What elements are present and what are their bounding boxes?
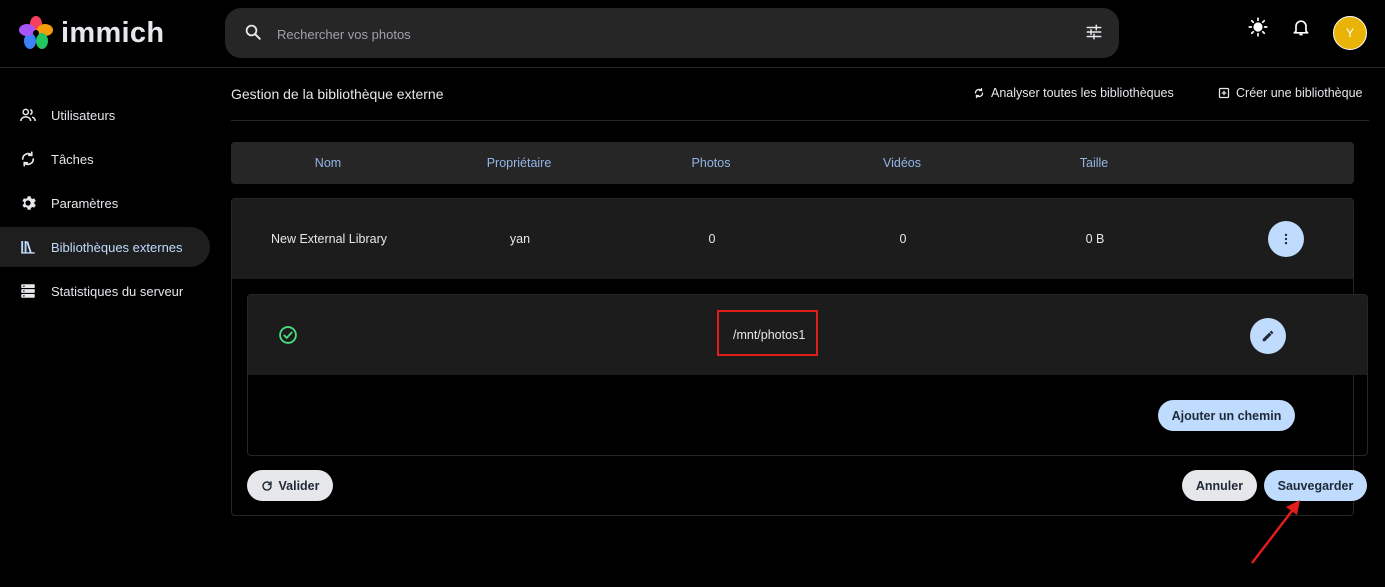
library-card: New External Library yan 0 0 0 B /mnt/ph… [231, 198, 1368, 516]
server-icon [19, 282, 37, 300]
column-header-name: Nom [314, 156, 342, 170]
scan-all-libraries-label: Analyser toutes les bibliothèques [991, 86, 1174, 100]
add-path-label: Ajouter un chemin [1171, 408, 1282, 423]
search-filter-icon[interactable] [1085, 23, 1103, 41]
column-header-owner: Propriétaire [486, 156, 552, 170]
sidebar-item-label: Bibliothèques externes [51, 239, 183, 255]
plus-box-icon [1218, 87, 1230, 99]
sidebar-item-label: Paramètres [51, 195, 119, 211]
annotation-arrow [1251, 500, 1300, 564]
library-videos-count: 0 [899, 232, 907, 246]
library-owner: yan [509, 232, 531, 246]
sidebar-item-label: Tâches [51, 151, 94, 167]
sidebar-item-label: Utilisateurs [51, 107, 116, 123]
sidebar-item-settings[interactable]: Paramètres [0, 183, 210, 223]
dots-vertical-icon [1279, 232, 1293, 246]
validate-label: Valider [278, 478, 320, 493]
table-row: New External Library yan 0 0 0 B [232, 199, 1353, 279]
library-name: New External Library [270, 232, 388, 246]
create-library-label: Créer une bibliothèque [1236, 86, 1363, 100]
cancel-label: Annuler [1195, 478, 1244, 493]
edit-path-button[interactable] [1250, 318, 1286, 354]
refresh-icon [261, 480, 273, 492]
library-size: 0 B [1085, 232, 1105, 246]
annotation-highlight-box [717, 310, 818, 356]
notifications-bell-icon[interactable] [1291, 17, 1311, 37]
validate-button[interactable]: Valider [247, 470, 333, 501]
page-title: Gestion de la bibliothèque externe [231, 86, 444, 102]
page-header: Gestion de la bibliothèque externe Analy… [231, 68, 1369, 121]
pencil-icon [1261, 329, 1275, 343]
search-icon[interactable] [244, 23, 262, 41]
theme-toggle-sun-icon[interactable] [1248, 17, 1268, 37]
app-logo[interactable]: immich [19, 16, 164, 50]
scan-all-libraries-button[interactable]: Analyser toutes les bibliothèques [973, 86, 1174, 100]
library-photos-count: 0 [708, 232, 716, 246]
column-header-size: Taille [1079, 156, 1109, 170]
add-path-button[interactable]: Ajouter un chemin [1158, 400, 1295, 431]
search-bar [225, 8, 1119, 58]
check-circle-icon [278, 325, 298, 345]
app-name: immich [61, 16, 165, 49]
user-avatar-initial: Y [1345, 26, 1354, 40]
user-avatar[interactable]: Y [1333, 16, 1367, 50]
list-item: /mnt/photos1 [248, 295, 1367, 375]
import-paths-panel: /mnt/photos1 Ajouter un chemin [247, 294, 1368, 456]
top-bar: immich Y [0, 0, 1385, 68]
users-icon [19, 106, 37, 124]
immich-logo-icon [19, 16, 53, 50]
create-library-button[interactable]: Créer une bibliothèque [1218, 86, 1362, 100]
libraries-table-header: Nom Propriétaire Photos Vidéos Taille [231, 142, 1354, 184]
sidebar-item-server-stats[interactable]: Statistiques du serveur [0, 271, 210, 311]
gear-icon [19, 194, 37, 212]
sync-icon [19, 150, 37, 168]
column-header-photos: Photos [691, 156, 731, 170]
library-menu-button[interactable] [1268, 221, 1304, 257]
sidebar: Utilisateurs Tâches Paramètres Bibliothè… [0, 95, 215, 315]
sidebar-item-external-libraries[interactable]: Bibliothèques externes [0, 227, 210, 267]
sidebar-item-users[interactable]: Utilisateurs [0, 95, 210, 135]
sidebar-item-label: Statistiques du serveur [51, 283, 184, 299]
sidebar-item-jobs[interactable]: Tâches [0, 139, 210, 179]
save-label: Sauvegarder [1277, 478, 1354, 493]
sync-icon [973, 87, 985, 99]
library-icon [19, 238, 37, 256]
search-input[interactable] [275, 20, 1059, 48]
column-header-videos: Vidéos [883, 156, 921, 170]
